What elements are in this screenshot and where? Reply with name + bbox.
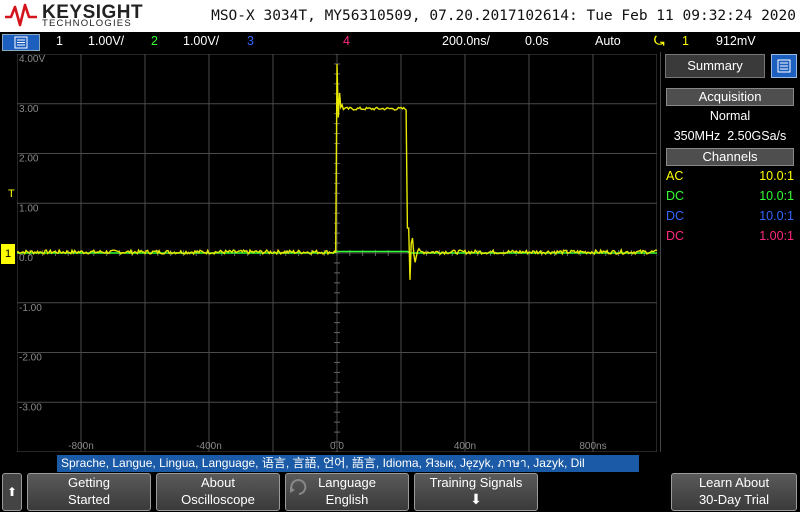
coupling-value: AC	[666, 169, 684, 183]
instrument-info: MSO-X 3034T, MY56310509, 07.20.201710261…	[211, 8, 796, 24]
acquisition-mode: Normal	[709, 109, 751, 123]
volts-tick-label: 2.00	[19, 154, 39, 165]
right-panel: Summary Acquisition Normal 350MHz 2.50GS…	[660, 52, 800, 452]
softkey-label: Getting	[68, 475, 110, 490]
probe-ratio: 10.0:1	[759, 209, 794, 223]
keysight-logo-icon	[5, 3, 37, 27]
trigger-level[interactable]: 912mV	[716, 34, 756, 48]
channel-bar: 1 1.00V/ 2 1.00V/ 3 4 200.0ns/ 0.0s Auto…	[0, 32, 800, 52]
coupling-value: DC	[666, 189, 685, 203]
volts-tick-label: -1.00	[19, 303, 42, 314]
trigger-level-marker[interactable]: T	[8, 188, 15, 200]
ch1-number[interactable]: 1	[56, 34, 63, 48]
softkey-label: Training Signals	[429, 475, 523, 490]
summary-tab[interactable]: Summary	[665, 54, 765, 78]
main-menu-button[interactable]	[2, 34, 40, 51]
probe-ratio: 10.0:1	[759, 189, 794, 203]
time-tick-label: 800ns	[579, 441, 606, 452]
trigger-edge-icon: ⤿	[654, 34, 665, 48]
softkey-label: 30-Day Trial	[698, 492, 770, 507]
time-tick-label: 0.0	[330, 441, 344, 452]
marker-strip: T 1	[0, 54, 17, 452]
channel-row-3: DC 10.0:1	[666, 209, 794, 223]
time-tick-label: 400n	[454, 441, 476, 452]
about-oscilloscope-softkey[interactable]: About Oscilloscope	[156, 473, 280, 511]
menu-icon	[777, 59, 791, 73]
down-arrow-icon: ⬇	[470, 491, 482, 507]
channels-header[interactable]: Channels	[666, 148, 794, 166]
channel-row-1: AC 10.0:1	[666, 169, 794, 183]
rotate-knob-icon	[290, 479, 307, 495]
time-tick-label: -400n	[196, 441, 222, 452]
bandwidth-value: 350MHz	[673, 129, 721, 143]
ch2-number[interactable]: 2	[151, 34, 158, 48]
training-signals-softkey[interactable]: Training Signals ⬇	[414, 473, 538, 511]
trigger-channel[interactable]: 1	[682, 34, 689, 48]
time-tick-label: -800n	[68, 441, 94, 452]
volts-tick-label: 0.0	[19, 253, 33, 264]
softkey-label: Oscilloscope	[181, 492, 255, 507]
coupling-value: DC	[666, 209, 685, 223]
language-banner: Sprache, Langue, Lingua, Language, 语言, 言…	[57, 455, 639, 472]
sidebar-menu-button[interactable]	[771, 54, 797, 78]
probe-ratio: 1.00:1	[759, 229, 794, 243]
volts-tick-label: 4.00V	[19, 54, 45, 65]
ch4-number[interactable]: 4	[343, 34, 350, 48]
softkey-label: About	[201, 475, 235, 490]
back-up-button[interactable]: ⬆	[2, 473, 22, 511]
softkey-label: Learn About	[698, 475, 770, 490]
language-softkey[interactable]: Language English	[285, 473, 409, 511]
getting-started-softkey[interactable]: Getting Started	[27, 473, 151, 511]
acquisition-header[interactable]: Acquisition	[666, 88, 794, 106]
volts-tick-label: 3.00	[19, 104, 39, 115]
volts-tick-label: -2.00	[19, 353, 42, 364]
ch1-ground-marker[interactable]: 1	[1, 244, 15, 264]
probe-ratio: 10.0:1	[759, 169, 794, 183]
up-arrow-icon: ⬆	[6, 485, 18, 499]
sample-rate-value: 2.50GSa/s	[727, 129, 787, 143]
channel-row-2: DC 10.0:1	[666, 189, 794, 203]
ch2-scale[interactable]: 1.00V/	[183, 34, 219, 48]
brand-subtitle: TECHNOLOGIES	[42, 18, 132, 29]
coupling-value: DC	[666, 229, 685, 243]
learn-about-trial-softkey[interactable]: Learn About 30-Day Trial	[671, 473, 797, 511]
volts-tick-label: -3.00	[19, 402, 42, 413]
waveform-display[interactable]: 4.00V 3.00 2.00 1.00 0.0 -1.00 -2.00 -3.00 -800…	[17, 54, 657, 452]
timebase-scale[interactable]: 200.0ns/	[442, 34, 490, 48]
channel-row-4: DC 1.00:1	[666, 229, 794, 243]
volts-tick-label: 1.00	[19, 203, 39, 214]
trigger-mode[interactable]: Auto	[595, 34, 621, 48]
acquisition-rates: 350MHz 2.50GSa/s	[666, 129, 794, 143]
ch1-scale[interactable]: 1.00V/	[88, 34, 124, 48]
menu-icon	[14, 36, 28, 49]
time-delay[interactable]: 0.0s	[525, 34, 549, 48]
softkey-label: Started	[68, 492, 110, 507]
ch3-number[interactable]: 3	[247, 34, 254, 48]
